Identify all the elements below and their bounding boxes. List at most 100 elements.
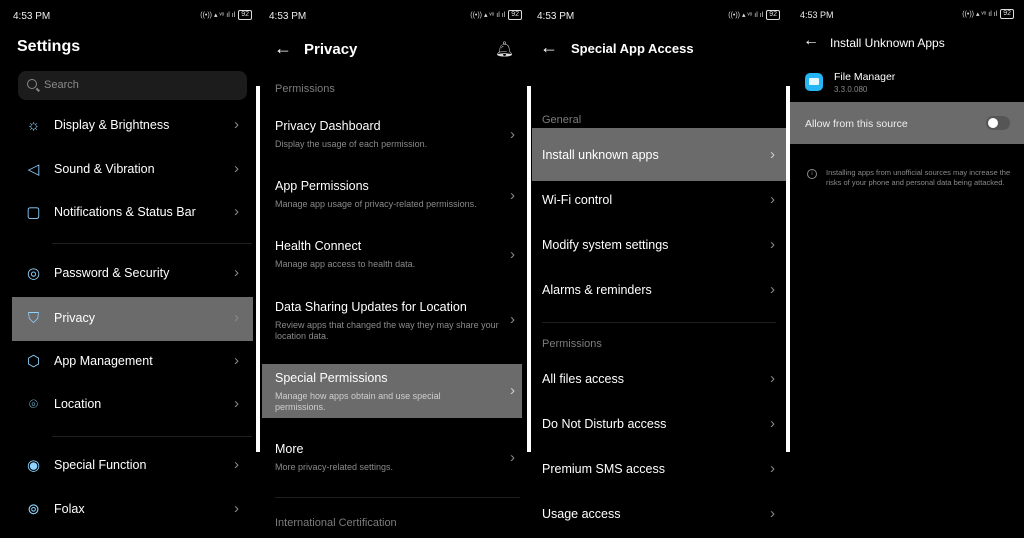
settings-item-label: Special Function [54,458,147,472]
battery-icon: 92 [238,10,252,20]
settings-item-display-brightness[interactable]: ☼ Display & Brightness › [12,104,253,148]
app-version: 3.3.0.080 [834,85,868,94]
item-title: Do Not Disturb access [542,417,667,431]
allow-from-source-toggle[interactable] [986,116,1010,130]
status-time: 4:53 PM [269,11,307,22]
chevron-right-icon: › [234,456,239,473]
signal-icon: ((•)) ▴ ᵛᵒ ıl ıl [728,12,764,19]
settings-item-label: Folax [54,502,85,516]
section-header-general: General [542,114,582,126]
settings-item-label: App Management [54,354,153,368]
file-manager-app-icon [805,73,823,91]
item-title: Wi-Fi control [542,193,613,207]
chevron-right-icon: › [510,311,515,328]
settings-item-notifications-status-bar[interactable]: ▢ Notifications & Status Bar › [12,191,253,235]
settings-item-label: Sound & Vibration [54,162,155,176]
access-item-do-not-disturb[interactable]: Do Not Disturb access [542,417,666,431]
settings-item-label: Privacy [54,311,95,325]
settings-item-app-management[interactable]: ⬡ App Management › [12,340,253,384]
divider [52,243,252,244]
chevron-right-icon: › [510,449,515,466]
access-item-install-unknown-apps[interactable]: Install unknown apps [542,148,659,162]
search-input[interactable]: Search [18,71,247,100]
item-title: Privacy Dashboard [275,119,381,133]
settings-item-location[interactable]: ⌾ Location › [12,383,253,427]
battery-icon: 92 [1000,9,1014,19]
settings-item-special-function[interactable]: ◉ Special Function › [12,444,253,488]
page-title: Settings [17,38,81,55]
folax-icon: ⊚ [27,501,40,518]
status-bar: 4:53 PM ((•)) ▴ ᵛᵒ ıl ıl 92 [532,10,790,24]
settings-item-sound-vibration[interactable]: ◁ Sound & Vibration › [12,148,253,192]
privacy-item-data-sharing-updates[interactable]: Data Sharing Updates for Location Review… [275,300,500,342]
section-header-permissions: Permissions [542,338,602,350]
chevron-right-icon: › [770,370,775,387]
privacy-item-app-permissions[interactable]: App Permissions Manage app usage of priv… [275,179,510,210]
access-item-wifi-control[interactable]: Wi-Fi control [542,193,612,207]
divider [52,436,252,437]
item-title: Modify system settings [542,238,669,252]
item-title: Install unknown apps [542,148,659,162]
chevron-right-icon: › [510,246,515,263]
status-icons: ((•)) ▴ ᵛᵒ ıl ıl 92 [470,10,522,20]
settings-item-folax[interactable]: ⊚ Folax › [12,488,253,532]
back-arrow-icon[interactable]: ← [803,32,819,50]
item-title: Premium SMS access [542,462,665,476]
access-item-usage-access[interactable]: Usage access [542,507,621,521]
back-arrow-icon[interactable]: ← [540,37,558,58]
chevron-right-icon: › [770,146,775,163]
status-time: 4:53 PM [13,11,51,22]
privacy-item-special-permissions[interactable]: Special Permissions Manage how apps obta… [275,371,485,413]
bell-icon[interactable]: 🔔︎ [495,40,514,58]
item-subtitle: Manage how apps obtain and use special p… [275,391,441,412]
privacy-screen: 4:53 PM ((•)) ▴ ᵛᵒ ıl ıl 92 ← Privacy 🔔︎… [262,0,532,538]
access-item-all-files[interactable]: All files access [542,372,624,386]
settings-item-privacy[interactable]: ⛉ Privacy › [12,297,253,341]
access-item-modify-system-settings[interactable]: Modify system settings [542,238,668,252]
settings-item-label: Password & Security [54,266,170,280]
status-time: 4:53 PM [537,11,575,22]
status-bar: 4:53 PM ((•)) ▴ ᵛᵒ ıl ıl 92 [790,9,1024,23]
chevron-right-icon: › [770,460,775,477]
chevron-right-icon: › [770,191,775,208]
info-warning-text: Installing apps from unofficial sources … [826,168,1011,187]
privacy-item-more[interactable]: More More privacy-related settings. [275,442,510,473]
section-header-permissions: Permissions [275,83,335,95]
info-icon: i [807,169,817,179]
chevron-right-icon: › [510,126,515,143]
item-title: Alarms & reminders [542,283,652,297]
item-title: Special Permissions [275,371,388,385]
settings-item-label: Display & Brightness [54,118,170,132]
search-placeholder: Search [44,79,79,91]
status-icons: ((•)) ▴ ᵛᵒ ıl ıl 92 [728,10,780,20]
item-subtitle: Display the usage of each permission. [275,139,428,149]
settings-screen: 4:53 PM ((•)) ▴ ᵛᵒ ıl ıl 92 Settings Sea… [0,0,262,538]
divider [542,322,776,323]
chevron-right-icon: › [234,309,239,326]
item-subtitle: Review apps that changed the way they ma… [275,320,499,341]
item-subtitle: Manage app access to health data. [275,259,416,269]
settings-item-password-security[interactable]: ◎ Password & Security › [12,252,253,296]
item-title: Health Connect [275,239,362,253]
chevron-right-icon: › [770,415,775,432]
item-title: All files access [542,372,624,386]
status-icons: ((•)) ▴ ᵛᵒ ıl ıl 92 [962,9,1014,19]
item-title: Usage access [542,507,621,521]
page-title: Privacy [304,41,358,58]
chevron-right-icon: › [234,352,239,369]
section-header-international-certification: International Certification [275,517,397,529]
install-unknown-apps-screen: 4:53 PM ((•)) ▴ ᵛᵒ ıl ıl 92 ← Install Un… [790,0,1024,538]
chevron-right-icon: › [770,236,775,253]
panel-divider [527,86,531,452]
access-item-premium-sms[interactable]: Premium SMS access [542,462,665,476]
battery-icon: 92 [766,10,780,20]
battery-icon: 92 [508,10,522,20]
access-item-alarms-reminders[interactable]: Alarms & reminders [542,283,652,297]
shield-icon: ⛉ [27,310,40,327]
privacy-item-health-connect[interactable]: Health Connect Manage app access to heal… [275,239,510,270]
speaker-icon: ◁ [27,161,40,178]
back-arrow-icon[interactable]: ← [274,38,292,59]
chevron-right-icon: › [770,281,775,298]
signal-icon: ((•)) ▴ ᵛᵒ ıl ıl [962,11,998,18]
privacy-item-dashboard[interactable]: Privacy Dashboard Display the usage of e… [275,119,510,150]
